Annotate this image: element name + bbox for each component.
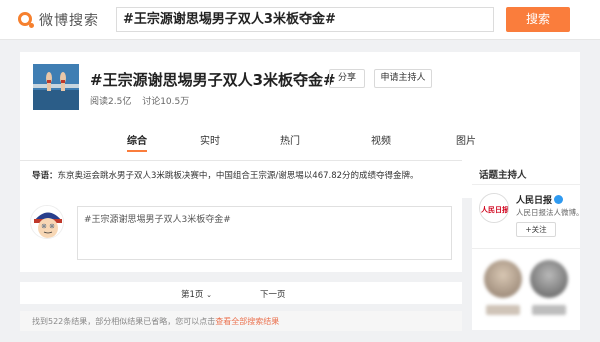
user-avatar[interactable] xyxy=(30,205,64,239)
apply-host-button[interactable]: 申请主持人 xyxy=(374,69,432,88)
pagination: 第1页 ⌄ 下一页 xyxy=(20,282,462,304)
page-select[interactable]: 第1页 ⌄ xyxy=(181,288,212,300)
search-button[interactable]: 搜索 xyxy=(506,7,570,32)
active-tab-indicator xyxy=(127,150,147,152)
view-all-results-link[interactable]: 查看全部搜索结果 xyxy=(215,317,279,326)
host-name-row[interactable]: 人民日报 xyxy=(516,193,564,206)
top-search-bar: 微博搜索 #王宗源谢思埸男子双人3米板夺金# 搜索 xyxy=(0,0,600,40)
guide-card: 导语：东京奥运会跳水男子双人3米跳板决赛中，中国组合王宗源/谢思埸以467.82… xyxy=(20,160,462,272)
weibo-search-logo[interactable]: 微博搜索 xyxy=(17,10,99,30)
tab-comprehensive[interactable]: 综合 xyxy=(117,132,157,147)
follow-button[interactable]: +关注 xyxy=(516,222,556,237)
current-page: 第1页 xyxy=(181,290,204,300)
topic-host-sidebar: 话题主持人 人民日报 人民日报 人民日报法人微博。参与 +关注 xyxy=(472,160,580,330)
result-tabs: 综合 实时 热门 视频 图片 xyxy=(20,128,580,152)
share-button[interactable]: 分享 xyxy=(329,69,365,88)
blurred-avatar[interactable] xyxy=(484,260,522,298)
magnifier-logo-icon xyxy=(17,11,35,29)
result-note-text: 找到522条结果，部分相似结果已省略，您可以点击 xyxy=(32,317,216,326)
verified-icon xyxy=(554,195,564,204)
search-input[interactable]: #王宗源谢思埸男子双人3米板夺金# xyxy=(116,7,494,32)
guide-prefix: 导语： xyxy=(32,171,58,181)
topic-thumbnail xyxy=(33,64,79,110)
discussion-count: 讨论10.5万 xyxy=(142,97,190,107)
host-description: 人民日报法人微博。参与 xyxy=(516,208,580,217)
divider xyxy=(472,248,580,249)
host-avatar[interactable]: 人民日报 xyxy=(479,193,509,223)
blurred-avatar[interactable] xyxy=(530,260,568,298)
tab-hot[interactable]: 热门 xyxy=(270,132,310,147)
host-name: 人民日报 xyxy=(516,196,553,206)
guide-text: 导语：东京奥运会跳水男子双人3米跳板决赛中，中国组合王宗源/谢思埸以467.82… xyxy=(32,169,419,181)
guide-body: 东京奥运会跳水男子双人3米跳板决赛中，中国组合王宗源/谢思埸以467.82分的成… xyxy=(57,171,419,181)
topic-stats: 阅读2.5亿 讨论10.5万 xyxy=(90,94,197,107)
read-count: 阅读2.5亿 xyxy=(90,97,132,107)
blurred-name xyxy=(532,305,566,315)
logo-text: 微博搜索 xyxy=(39,13,99,29)
tab-realtime[interactable]: 实时 xyxy=(190,132,230,147)
sidebar-title: 话题主持人 xyxy=(479,170,527,181)
next-page-link[interactable]: 下一页 xyxy=(260,288,286,300)
blurred-name xyxy=(486,305,520,315)
result-note: 找到522条结果，部分相似结果已省略，您可以点击查看全部搜索结果 xyxy=(20,311,462,331)
divider xyxy=(472,184,580,185)
topic-title: #王宗源谢思埸男子双人3米板夺金# xyxy=(90,71,336,89)
post-composer-input[interactable]: #王宗源谢思埸男子双人3米板夺金# xyxy=(77,206,452,260)
chevron-down-icon: ⌄ xyxy=(206,291,212,299)
tab-images[interactable]: 图片 xyxy=(446,132,486,147)
tab-video[interactable]: 视频 xyxy=(361,132,401,147)
rmrb-logo-text: 人民日报 xyxy=(481,205,509,214)
